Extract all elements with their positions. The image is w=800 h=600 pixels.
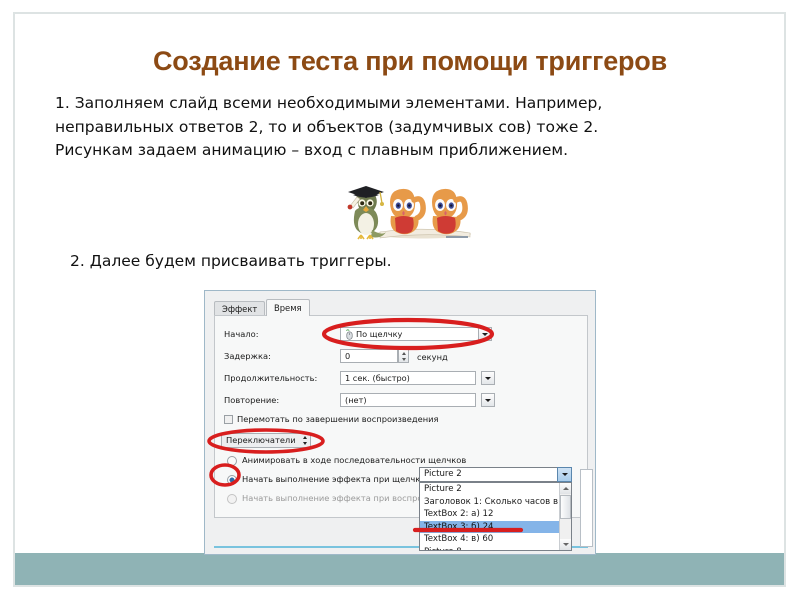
dropdown-option-4[interactable]: TextBox 4: в) 60 <box>420 533 571 546</box>
triggers-button[interactable]: Переключатели <box>221 433 311 448</box>
start-label: Начало: <box>224 329 259 339</box>
radio-start-effect-on-click[interactable] <box>227 475 237 485</box>
dropdown-option-1[interactable]: Заголовок 1: Сколько часов в с <box>420 496 571 509</box>
body-line-2-text: неправильных ответов 2, то и объектов (з… <box>55 117 599 136</box>
body-paragraph-2: 2. Далее будем присваивать триггеры. <box>70 252 392 270</box>
page-title: Создание теста при помощи триггеров <box>152 46 668 76</box>
radio-animate-in-sequence-label: Анимировать в ходе последовательности ще… <box>242 455 467 465</box>
row-start: Начало: По щелчку <box>215 326 587 344</box>
body-line-1-text: 1. Заполняем слайд всеми необходимыми эл… <box>55 94 603 112</box>
radio-start-effect-on-play-label: Начать выполнение эффекта при воспроизв <box>242 493 438 503</box>
body-paragraph-1: 1. Заполняем слайд всеми необходимыми эл… <box>55 92 759 163</box>
spinner-up-icon <box>401 351 406 355</box>
start-value: По щелчку <box>356 329 403 339</box>
row-duration: Продолжительность: 1 сек. (быстро) <box>215 370 587 388</box>
rewind-checkbox-label: Перемотать по завершении воспроизведения <box>237 414 439 424</box>
caret-down-icon <box>562 543 569 546</box>
radio-start-effect-on-click-label: Начать выполнение эффекта при щелчке <box>242 474 426 484</box>
mouse-click-icon <box>346 329 353 340</box>
trigger-object-dropdown[interactable]: Picture 2 Заголовок 1: Сколько часов в с… <box>419 482 572 551</box>
delay-value: 0 <box>345 351 351 361</box>
repeat-combo-arrow[interactable] <box>481 393 495 407</box>
radio-start-effect-on-play[interactable] <box>227 494 237 504</box>
scroll-up-button[interactable] <box>560 483 571 494</box>
duration-value: 1 сек. (быстро) <box>345 373 410 383</box>
caret-up-icon <box>562 487 569 490</box>
delay-unit: секунд <box>417 352 448 362</box>
expand-collapse-icon <box>302 436 307 445</box>
dialog-right-scroll-stub[interactable] <box>580 469 593 547</box>
dropdown-option-0[interactable]: Picture 2 <box>420 483 571 496</box>
thinking-owl-1 <box>390 188 426 235</box>
repeat-combo[interactable]: (нет) <box>340 393 495 407</box>
dropdown-option-2[interactable]: TextBox 2: а) 12 <box>420 508 571 521</box>
start-combo-arrow[interactable] <box>478 327 492 341</box>
animation-timing-dialog: Эффект Время Начало: По щелчку Задержка:… <box>204 290 596 555</box>
radio-animate-in-sequence[interactable] <box>227 456 237 466</box>
trigger-object-combo[interactable]: Picture 2 <box>419 467 572 482</box>
repeat-value: (нет) <box>345 395 367 405</box>
duration-combo-arrow[interactable] <box>481 371 495 385</box>
spinner-down-icon <box>401 357 406 361</box>
scroll-down-button[interactable] <box>560 539 571 550</box>
delay-label: Задержка: <box>224 351 271 361</box>
tab-effect[interactable]: Эффект <box>214 301 266 316</box>
trigger-object-value: Picture 2 <box>424 469 462 479</box>
owls-clipart <box>328 180 474 240</box>
slide-footer-band <box>15 553 784 585</box>
chevron-down-icon <box>561 473 568 476</box>
triggers-button-label: Переключатели <box>226 435 296 445</box>
scroll-thumb[interactable] <box>560 495 571 519</box>
dropdown-option-3[interactable]: TextBox 3: б) 24 <box>420 520 571 534</box>
dropdown-scrollbar[interactable] <box>559 483 571 550</box>
dialog-tabstrip: Эффект Время <box>214 299 588 316</box>
delay-input[interactable]: 0 <box>340 349 398 363</box>
thinking-owl-2 <box>432 188 468 235</box>
tab-timing[interactable]: Время <box>266 299 310 316</box>
chevron-down-icon <box>485 376 491 380</box>
presentation-slide: Создание теста при помощи триггеров 1. З… <box>0 0 800 600</box>
body-line-3: Рисункам задаем анимацию – вход с плавны… <box>55 141 569 159</box>
delay-spinner[interactable] <box>398 349 409 363</box>
duration-label: Продолжительность: <box>224 373 318 383</box>
body-line-2: неправильных ответов 2, то и объектов (з… <box>55 116 759 140</box>
rewind-checkbox[interactable] <box>224 415 233 424</box>
graduate-owl <box>347 186 386 240</box>
chevron-down-icon <box>482 332 488 336</box>
start-combo[interactable]: По щелчку <box>340 327 492 341</box>
chevron-down-icon <box>485 398 491 402</box>
repeat-label: Повторение: <box>224 395 280 405</box>
dropdown-option-5[interactable]: Picture 8 <box>420 546 571 550</box>
row-repeat: Повторение: (нет) <box>215 392 587 410</box>
duration-combo[interactable]: 1 сек. (быстро) <box>340 371 495 385</box>
row-delay: Задержка: 0 секунд <box>215 348 587 366</box>
trigger-object-combo-arrow[interactable] <box>557 467 572 482</box>
body-line-1: 1. Заполняем слайд всеми необходимыми эл… <box>55 92 759 116</box>
